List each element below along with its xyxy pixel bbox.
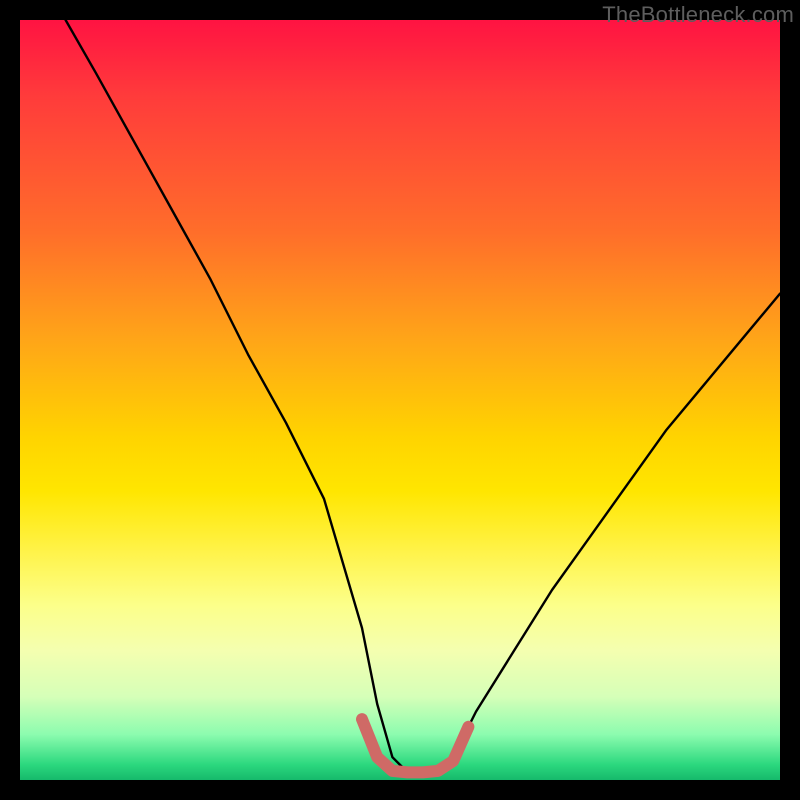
plot-area bbox=[20, 20, 780, 780]
bottom-highlight-path bbox=[362, 719, 468, 772]
curve-path bbox=[66, 20, 780, 772]
bottleneck-curve-svg bbox=[20, 20, 780, 780]
chart-frame: TheBottleneck.com bbox=[0, 0, 800, 800]
watermark-text: TheBottleneck.com bbox=[602, 2, 794, 28]
